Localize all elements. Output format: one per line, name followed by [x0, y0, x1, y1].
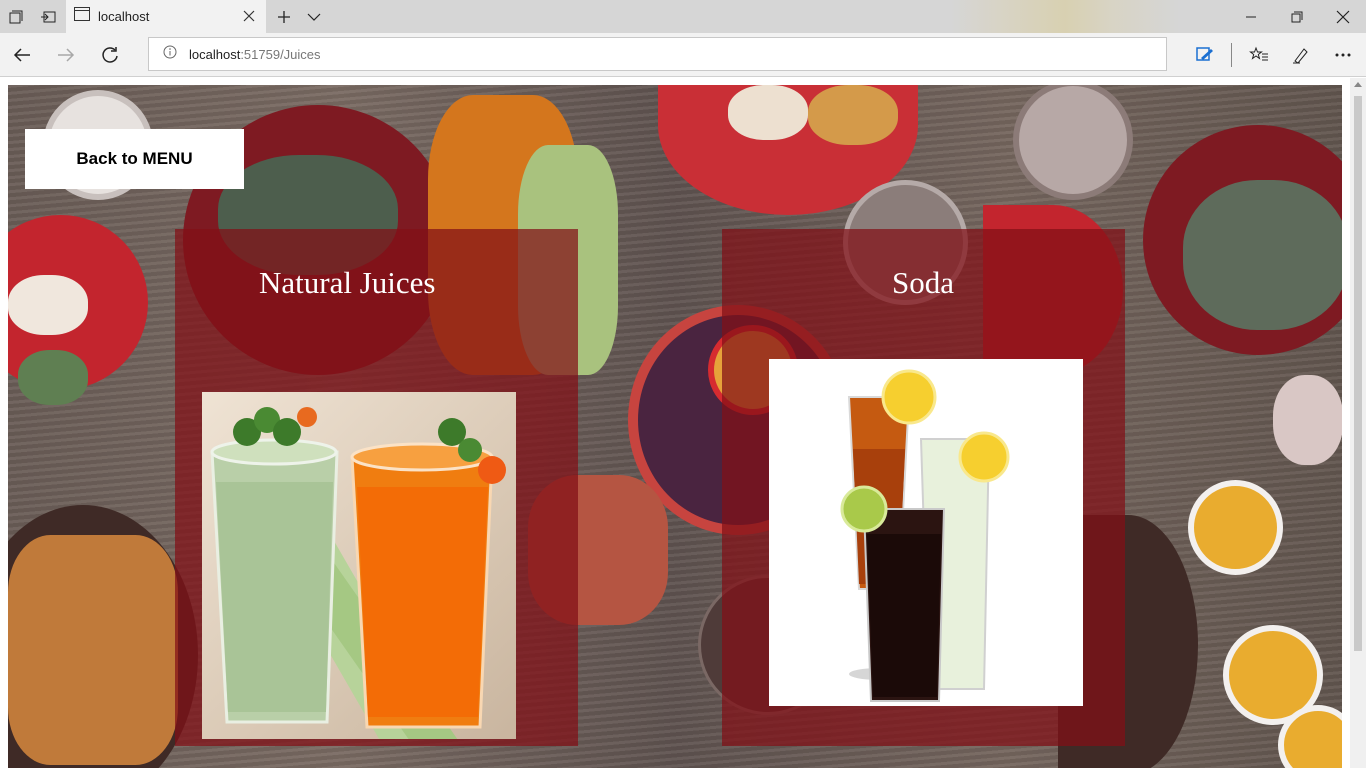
navigation-bar: localhost:51759/Juices	[0, 33, 1366, 77]
scroll-up-icon[interactable]	[1354, 82, 1362, 87]
arrow-right-icon[interactable]	[50, 39, 82, 71]
spinach-dip-right	[1183, 180, 1342, 330]
url-host: localhost	[189, 46, 241, 62]
natural-juices-title: Natural Juices	[259, 265, 436, 300]
url-path: :51759/Juices	[240, 46, 321, 62]
back-to-menu-button[interactable]: Back to MENU	[25, 129, 244, 189]
tab-strip: localhost	[0, 0, 1366, 33]
tab-strip-highlight	[950, 0, 1180, 33]
page-icon	[74, 7, 90, 26]
arrow-left-icon[interactable]	[6, 39, 38, 71]
scrollbar-thumb[interactable]	[1354, 96, 1362, 651]
tab-localhost[interactable]: localhost	[66, 0, 266, 33]
pen-icon[interactable]	[1285, 39, 1317, 71]
more-icon[interactable]	[1327, 39, 1359, 71]
natural-juices-panel[interactable]: Natural Juices	[175, 229, 578, 746]
tab-actions-icon[interactable]	[0, 0, 32, 33]
scrollbar[interactable]	[1350, 78, 1366, 768]
glass-right	[1013, 85, 1133, 200]
restore-icon[interactable]	[1274, 0, 1320, 33]
plus-icon[interactable]	[268, 0, 300, 33]
soda-glasses-image[interactable]	[769, 359, 1083, 706]
refresh-icon[interactable]	[94, 39, 126, 71]
soda-panel[interactable]: Soda	[722, 229, 1125, 746]
waffle-fries-top	[808, 85, 898, 145]
bread-top	[728, 85, 808, 140]
waffle-fries-left	[8, 535, 178, 765]
bread-decoration	[8, 275, 88, 335]
minimize-icon[interactable]	[1228, 0, 1274, 33]
toolbar-divider	[1231, 43, 1232, 67]
juice-glasses-image[interactable]	[202, 392, 516, 739]
address-bar[interactable]: localhost:51759/Juices	[148, 37, 1167, 71]
tabs-aside-icon[interactable]	[32, 0, 64, 33]
reading-view-icon[interactable]	[1189, 39, 1221, 71]
info-icon[interactable]	[163, 45, 177, 64]
page-viewport: Natural Juices Soda Back to MENU	[0, 78, 1366, 768]
soda-title: Soda	[892, 265, 954, 300]
close-icon[interactable]	[242, 9, 256, 23]
soup-cup-right-1	[1188, 480, 1283, 575]
greens-decoration	[18, 350, 88, 405]
window-close-icon[interactable]	[1320, 0, 1366, 33]
chevron-down-icon[interactable]	[298, 0, 330, 33]
favorites-icon[interactable]	[1243, 39, 1275, 71]
radishes	[1273, 375, 1342, 465]
tab-title: localhost	[98, 9, 150, 24]
